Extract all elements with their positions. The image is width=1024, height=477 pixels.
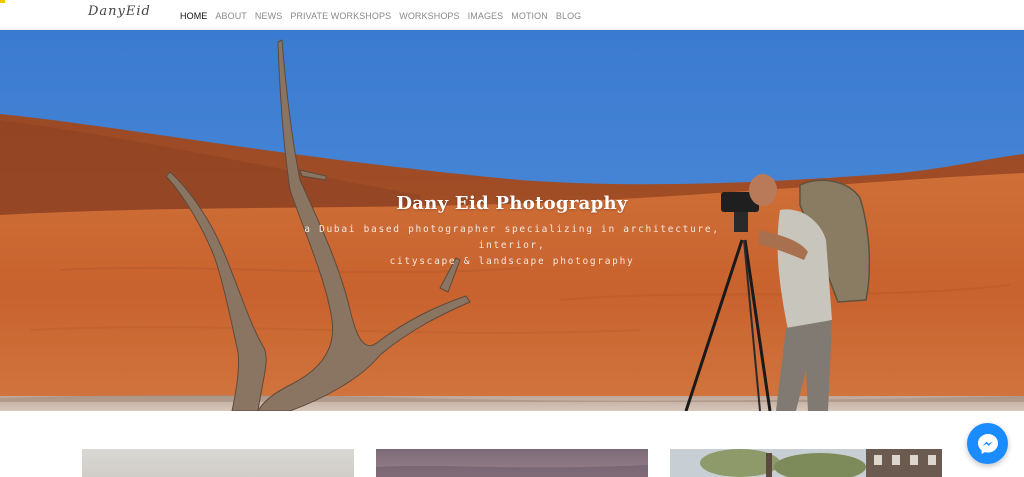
messenger-icon: [977, 433, 998, 454]
nav-images[interactable]: IMAGES: [468, 11, 504, 21]
thumbnail-2-image: [376, 465, 648, 477]
messenger-chat-button[interactable]: [967, 423, 1008, 464]
corner-marker: [0, 0, 5, 3]
nav-about[interactable]: ABOUT: [215, 11, 247, 21]
gallery-thumbnail-2[interactable]: [376, 449, 648, 477]
hero-banner: Dany Eid Photography a Dubai based photo…: [0, 30, 1024, 411]
nav-motion[interactable]: MOTION: [511, 11, 548, 21]
nav-news[interactable]: NEWS: [255, 11, 282, 21]
gallery-thumbnail-3[interactable]: [670, 449, 942, 477]
nav-blog[interactable]: BLOG: [556, 11, 581, 21]
gallery-thumbnail-1[interactable]: [82, 449, 354, 477]
site-header: DanyEid HOME ABOUT NEWS PRIVATE WORKSHOP…: [0, 0, 1024, 30]
nav-workshops[interactable]: WORKSHOPS: [399, 11, 459, 21]
page: DanyEid HOME ABOUT NEWS PRIVATE WORKSHOP…: [0, 0, 1024, 477]
thumbnail-3-image: [670, 449, 942, 477]
site-logo[interactable]: DanyEid: [88, 4, 151, 19]
nav-private-workshops[interactable]: PRIVATE WORKSHOPS: [290, 11, 391, 21]
nav-home[interactable]: HOME: [180, 11, 207, 21]
hero-image: [0, 30, 1024, 411]
main-nav: HOME ABOUT NEWS PRIVATE WORKSHOPS WORKSH…: [180, 6, 581, 24]
